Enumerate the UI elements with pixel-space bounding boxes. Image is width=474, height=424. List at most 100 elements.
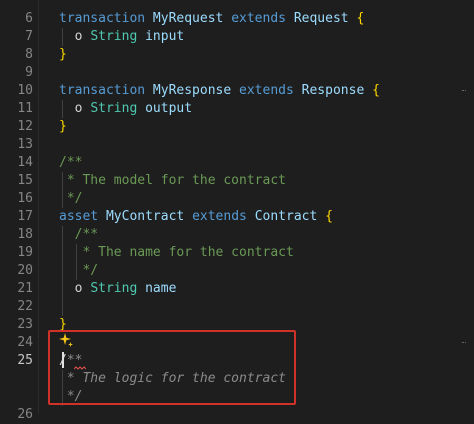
code-token: { [356, 11, 365, 26]
code-line[interactable]: 14 /** [0, 154, 474, 172]
line-code: } [59, 118, 67, 136]
code-token: Request [293, 11, 349, 26]
code-line[interactable]: 26 [0, 406, 474, 424]
code-token: input [145, 29, 185, 44]
line-code: * The name for the contract [59, 244, 294, 262]
code-token: extends [239, 83, 294, 98]
code-token: o [59, 29, 91, 44]
line-number: 26 [17, 407, 33, 422]
code-line[interactable]: 20 */ [0, 262, 474, 280]
line-number: 10 [17, 83, 33, 98]
code-line[interactable]: 9 [0, 64, 474, 82]
line-number: 18 [17, 227, 33, 242]
highlight-annotation-box [48, 330, 296, 405]
code-line[interactable]: 22 [0, 298, 474, 316]
code-token: MyContract [105, 209, 185, 224]
code-line[interactable]: 10 transaction MyResponse extends Respons… [0, 82, 474, 100]
line-number: 25 [17, 353, 33, 368]
code-line[interactable]: 6 transaction MyRequest extends Request { [0, 10, 474, 28]
code-token: } [59, 47, 67, 62]
overview-ruler-marker [462, 342, 466, 344]
line-number: 8 [25, 47, 33, 62]
indent-guide [62, 100, 63, 118]
code-token: o [59, 101, 91, 116]
code-line[interactable]: 12} [0, 118, 474, 136]
line-number: 14 [17, 155, 33, 170]
code-line[interactable]: 17 asset MyContract extends Contract { [0, 208, 474, 226]
line-code: asset MyContract extends Contract { [59, 208, 333, 226]
line-number: 6 [25, 11, 33, 26]
line-number: 9 [25, 65, 33, 80]
line-number: 24 [17, 335, 33, 350]
line-number: 12 [17, 119, 33, 134]
code-line[interactable]: 19 * The name for the contract [0, 244, 474, 262]
code-token: /** [59, 155, 83, 170]
line-number: 21 [17, 281, 33, 296]
code-token: * The model for the contract [59, 173, 286, 188]
line-number: 11 [17, 101, 33, 116]
overview-ruler-marker [462, 90, 466, 92]
line-code: */ [59, 262, 98, 280]
line-code: o String output [59, 100, 192, 118]
line-number: 20 [17, 263, 33, 278]
code-line[interactable]: 18 /** [0, 226, 474, 244]
line-number: 16 [17, 191, 33, 206]
code-token: output [145, 101, 193, 116]
code-token: asset [59, 209, 99, 224]
code-token: o [59, 281, 91, 296]
indent-guide [62, 226, 63, 316]
indent-guide [62, 172, 63, 208]
line-code: transaction MyResponse extends Response … [59, 82, 380, 100]
line-code: transaction MyRequest extends Request { [59, 10, 364, 28]
code-token: { [325, 209, 333, 224]
code-token: * The name for the contract [59, 245, 294, 260]
code-token: MyResponse [152, 83, 232, 98]
code-line[interactable]: 21 o String name [0, 280, 474, 298]
code-token: extends [231, 11, 286, 26]
line-number: 23 [17, 317, 33, 332]
line-number: 19 [17, 245, 33, 260]
code-line[interactable]: 8} [0, 46, 474, 64]
indent-guide [76, 244, 77, 280]
code-line[interactable]: 7 o String input [0, 28, 474, 46]
line-number: 17 [17, 209, 33, 224]
code-token: Response [301, 83, 365, 98]
code-token: */ [59, 263, 99, 278]
code-token: /** [59, 227, 99, 242]
code-token: name [145, 281, 177, 296]
line-code: o String input [59, 28, 185, 46]
line-number: 22 [17, 299, 33, 314]
code-token: String [90, 101, 138, 116]
line-code: o String name [59, 280, 177, 298]
code-token: extends [192, 209, 247, 224]
code-line[interactable]: 11 o String output [0, 100, 474, 118]
line-code: } [59, 46, 67, 64]
code-editor[interactable]: 6 transaction MyRequest extends Request {… [0, 0, 474, 422]
code-line[interactable]: 13 [0, 136, 474, 154]
code-line[interactable]: 16 */ [0, 190, 474, 208]
line-code: /** [59, 226, 99, 244]
line-number: 15 [17, 173, 33, 188]
line-number: 7 [25, 29, 33, 44]
code-token: String [90, 29, 138, 44]
code-line[interactable]: 15 * The model for the contract [0, 172, 474, 190]
code-token: MyRequest [152, 11, 224, 26]
line-number: 13 [17, 137, 33, 152]
line-code: * The model for the contract [59, 172, 286, 190]
line-code: /** [59, 154, 82, 172]
code-token: Contract [254, 209, 318, 224]
code-token: transaction [59, 83, 146, 98]
code-token: String [90, 281, 138, 296]
